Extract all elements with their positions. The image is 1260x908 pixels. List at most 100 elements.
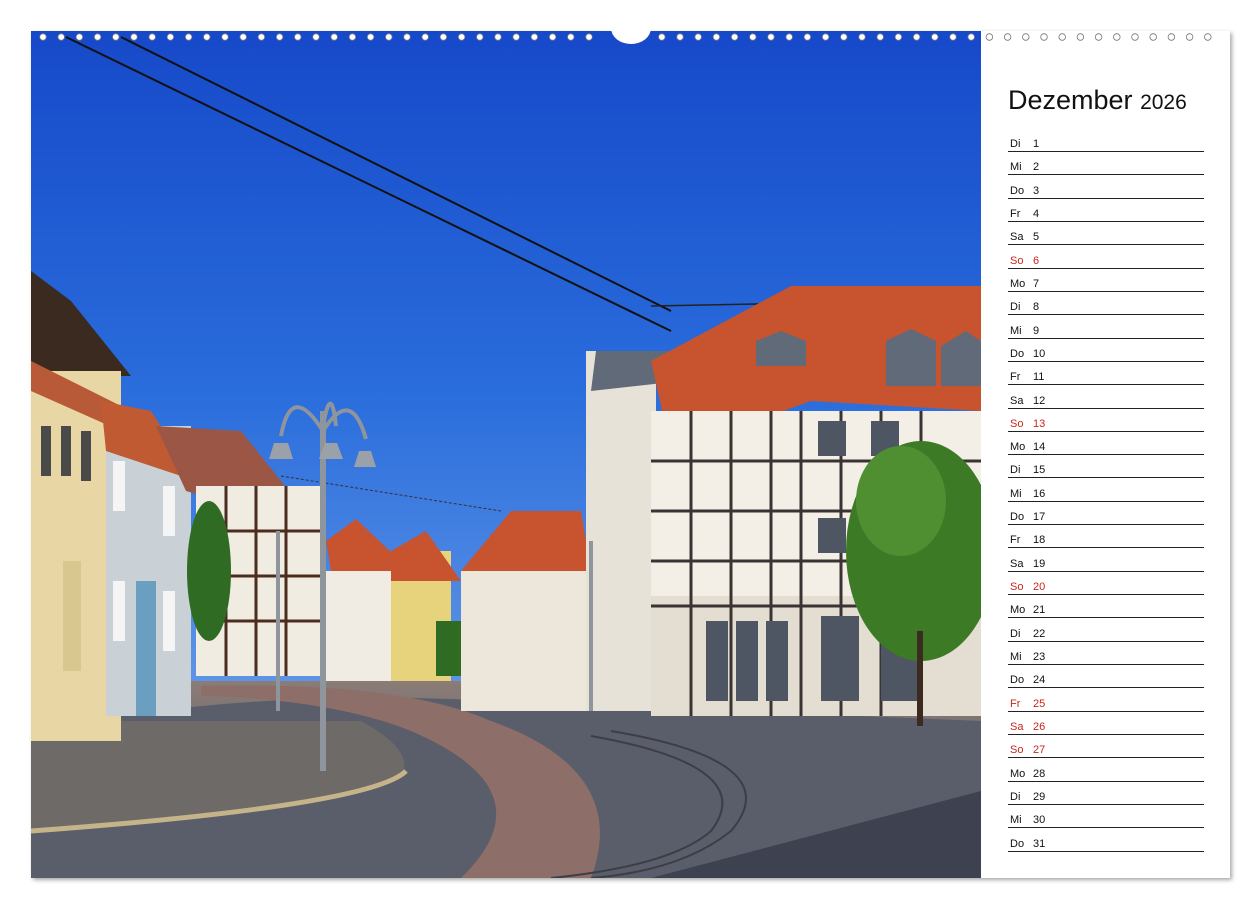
binding-hole — [749, 33, 757, 41]
street-photo — [31, 31, 981, 878]
binding-hole — [385, 33, 393, 41]
day-number: 9 — [1033, 324, 1040, 337]
binding-hole — [112, 33, 120, 41]
weekday-label: Fr — [1010, 207, 1021, 220]
binding-hole — [894, 33, 903, 41]
day-row: Mi 9 — [1008, 317, 1204, 339]
day-row: Mi 30 — [1008, 807, 1204, 829]
weekday-label: Mi — [1010, 814, 1022, 827]
day-row: Do 10 — [1008, 340, 1204, 362]
day-row: Mo 21 — [1008, 597, 1204, 619]
weekday-label: Do — [1010, 837, 1025, 850]
binding-hole — [821, 33, 830, 41]
weekday-label: Sa — [1010, 394, 1024, 407]
day-number: 24 — [1033, 674, 1046, 687]
day-row: Do 17 — [1008, 503, 1204, 526]
month-name: Dezember — [1008, 85, 1133, 115]
weekday-label: Mi — [1010, 487, 1022, 500]
day-row: Di 15 — [1008, 457, 1204, 479]
day-row: Fr 18 — [1008, 527, 1204, 549]
day-row: Mi 23 — [1008, 643, 1204, 666]
binding-hole — [439, 33, 448, 41]
day-number: 27 — [1033, 744, 1046, 757]
day-number: 23 — [1033, 651, 1046, 664]
day-number: 11 — [1033, 371, 1045, 384]
binding-hole — [967, 33, 975, 41]
day-row: Mo 14 — [1008, 433, 1204, 456]
weekday-label: So — [1010, 744, 1024, 757]
binding-hole — [840, 33, 848, 41]
weekday-label: So — [1010, 254, 1024, 267]
weekday-label: So — [1010, 417, 1024, 430]
binding-hole — [730, 33, 739, 41]
binding-hole — [912, 33, 921, 41]
binding-hole — [294, 33, 302, 41]
binding-hole — [130, 33, 138, 41]
day-row: Fr 4 — [1008, 200, 1204, 222]
day-number: 21 — [1033, 604, 1046, 617]
day-number: 6 — [1033, 254, 1040, 267]
day-number: 25 — [1033, 697, 1046, 710]
binding-hole — [585, 33, 593, 41]
binding-hole — [330, 33, 338, 41]
year-label: 2026 — [1140, 91, 1187, 114]
binding-hole — [476, 33, 484, 41]
weekday-label: Mi — [1010, 324, 1022, 337]
binding-hole — [312, 33, 320, 41]
binding-hole — [239, 33, 247, 41]
weekday-label: Sa — [1010, 721, 1024, 734]
weekday-label: Di — [1010, 301, 1021, 314]
day-number: 19 — [1033, 557, 1046, 570]
day-number: 14 — [1033, 441, 1046, 454]
weekday-label: Di — [1010, 137, 1021, 150]
day-number: 28 — [1033, 767, 1046, 780]
day-number: 26 — [1033, 721, 1046, 734]
binding-hole — [803, 33, 812, 41]
binding-hole — [75, 33, 84, 41]
day-row: Di 22 — [1008, 620, 1204, 642]
day-number: 12 — [1033, 394, 1046, 407]
binding-hole — [348, 33, 357, 41]
day-number: 17 — [1033, 511, 1046, 524]
weekday-label: Mo — [1010, 767, 1026, 780]
day-row: Sa 19 — [1008, 550, 1204, 572]
day-number: 3 — [1033, 184, 1040, 197]
weekday-label: Mo — [1010, 441, 1026, 454]
day-number: 8 — [1033, 301, 1040, 314]
day-row: Mi 2 — [1008, 153, 1204, 176]
binding-hole — [148, 33, 156, 41]
day-number: 31 — [1033, 837, 1046, 850]
day-row: Mo 7 — [1008, 270, 1204, 292]
day-row: Mi 16 — [1008, 480, 1204, 502]
weekday-label: Mi — [1010, 651, 1022, 664]
day-row: Di 1 — [1008, 130, 1204, 152]
binding-hole — [567, 33, 575, 41]
day-row: Di 29 — [1008, 783, 1204, 806]
binding-hole — [676, 33, 684, 41]
month-title: Dezember 2026 — [1008, 85, 1187, 116]
weekday-label: Do — [1010, 511, 1025, 524]
day-number: 10 — [1033, 347, 1046, 360]
binding-hole — [39, 33, 47, 41]
weekday-label: Fr — [1010, 371, 1021, 384]
day-number: 15 — [1033, 464, 1046, 477]
day-number: 30 — [1033, 814, 1046, 827]
day-number: 2 — [1033, 161, 1040, 174]
binding-hole — [494, 33, 502, 41]
day-row: So 6 — [1008, 247, 1204, 269]
binding-hole — [658, 33, 666, 41]
day-row: Sa 5 — [1008, 223, 1204, 246]
binding-hole — [949, 33, 957, 41]
weekday-label: Mi — [1010, 161, 1022, 174]
day-row: So 27 — [1008, 737, 1204, 759]
binding-hole — [876, 33, 884, 41]
binding-hole — [548, 33, 557, 41]
day-row: Fr 11 — [1008, 363, 1204, 386]
binding-hole — [694, 33, 702, 41]
binding-hole — [785, 33, 793, 41]
day-number: 13 — [1033, 417, 1046, 430]
weekday-label: Do — [1010, 674, 1025, 687]
binding-hole — [184, 33, 193, 41]
weekday-label: Fr — [1010, 697, 1021, 710]
binding-hole — [403, 33, 411, 41]
